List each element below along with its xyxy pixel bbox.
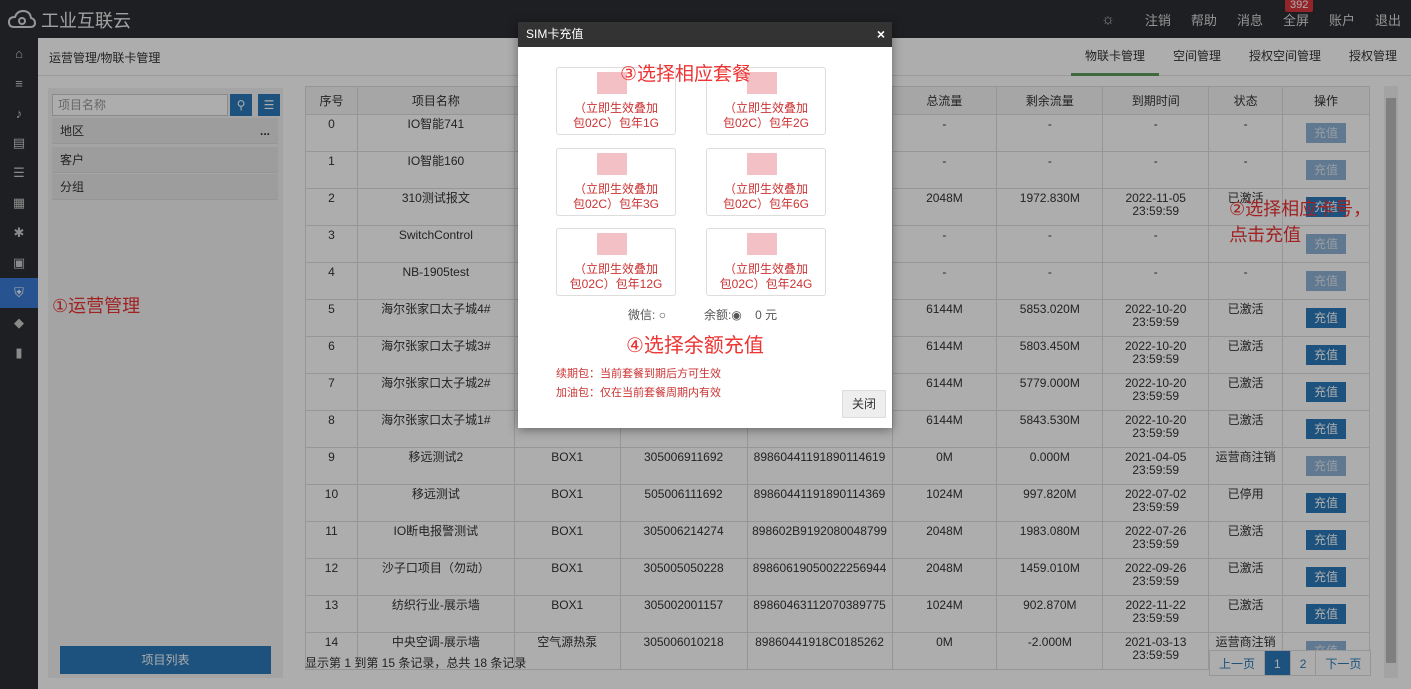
radio-unchecked-icon[interactable]: ○	[659, 308, 666, 322]
annotation-3: ③选择相应套餐	[620, 64, 752, 85]
blurred-image	[747, 233, 777, 255]
renewal-note: 续期包：当前套餐到期后方可生效	[556, 368, 721, 380]
wechat-label: 微信:	[628, 308, 656, 322]
package-label: （立即生效叠加 包02C）包年1G	[572, 101, 660, 130]
blurred-image	[747, 153, 777, 175]
radio-checked-icon[interactable]: ◉	[731, 308, 741, 322]
modal-title: SIM卡充值	[526, 27, 584, 41]
package-label: （立即生效叠加 包02C）包年3G	[572, 182, 660, 211]
sim-recharge-modal: SIM卡充值 × ③选择相应套餐 （立即生效叠加 包02C）包年1G （立即生效叠…	[518, 22, 892, 428]
annotation-4: ④选择余额充值	[626, 335, 764, 357]
blurred-image	[597, 153, 627, 175]
balance-label: 余额:	[704, 308, 732, 322]
package-option[interactable]: （立即生效叠加 包02C）包年24G	[706, 228, 826, 296]
package-option[interactable]: （立即生效叠加 包02C）包年12G	[556, 228, 676, 296]
blurred-image	[747, 72, 777, 94]
package-option[interactable]: （立即生效叠加 包02C）包年6G	[706, 148, 826, 216]
package-option[interactable]: （立即生效叠加 包02C）包年3G	[556, 148, 676, 216]
close-button[interactable]: 关闭	[842, 390, 886, 418]
package-label: （立即生效叠加 包02C）包年6G	[722, 182, 810, 211]
balance-option[interactable]: 余额:◉ 0 元	[704, 306, 777, 323]
package-label: （立即生效叠加 包02C）包年24G	[719, 262, 813, 291]
package-label: （立即生效叠加 包02C）包年12G	[569, 262, 663, 291]
addon-note: 加油包：仅在当前套餐周期内有效	[556, 387, 721, 399]
blurred-image	[597, 233, 627, 255]
close-icon[interactable]: ×	[877, 22, 885, 47]
package-label: （立即生效叠加 包02C）包年2G	[722, 101, 810, 130]
modal-header: SIM卡充值 ×	[518, 22, 892, 47]
wechat-option[interactable]: 微信: ○	[628, 306, 666, 323]
balance-amount: 0 元	[755, 308, 778, 322]
